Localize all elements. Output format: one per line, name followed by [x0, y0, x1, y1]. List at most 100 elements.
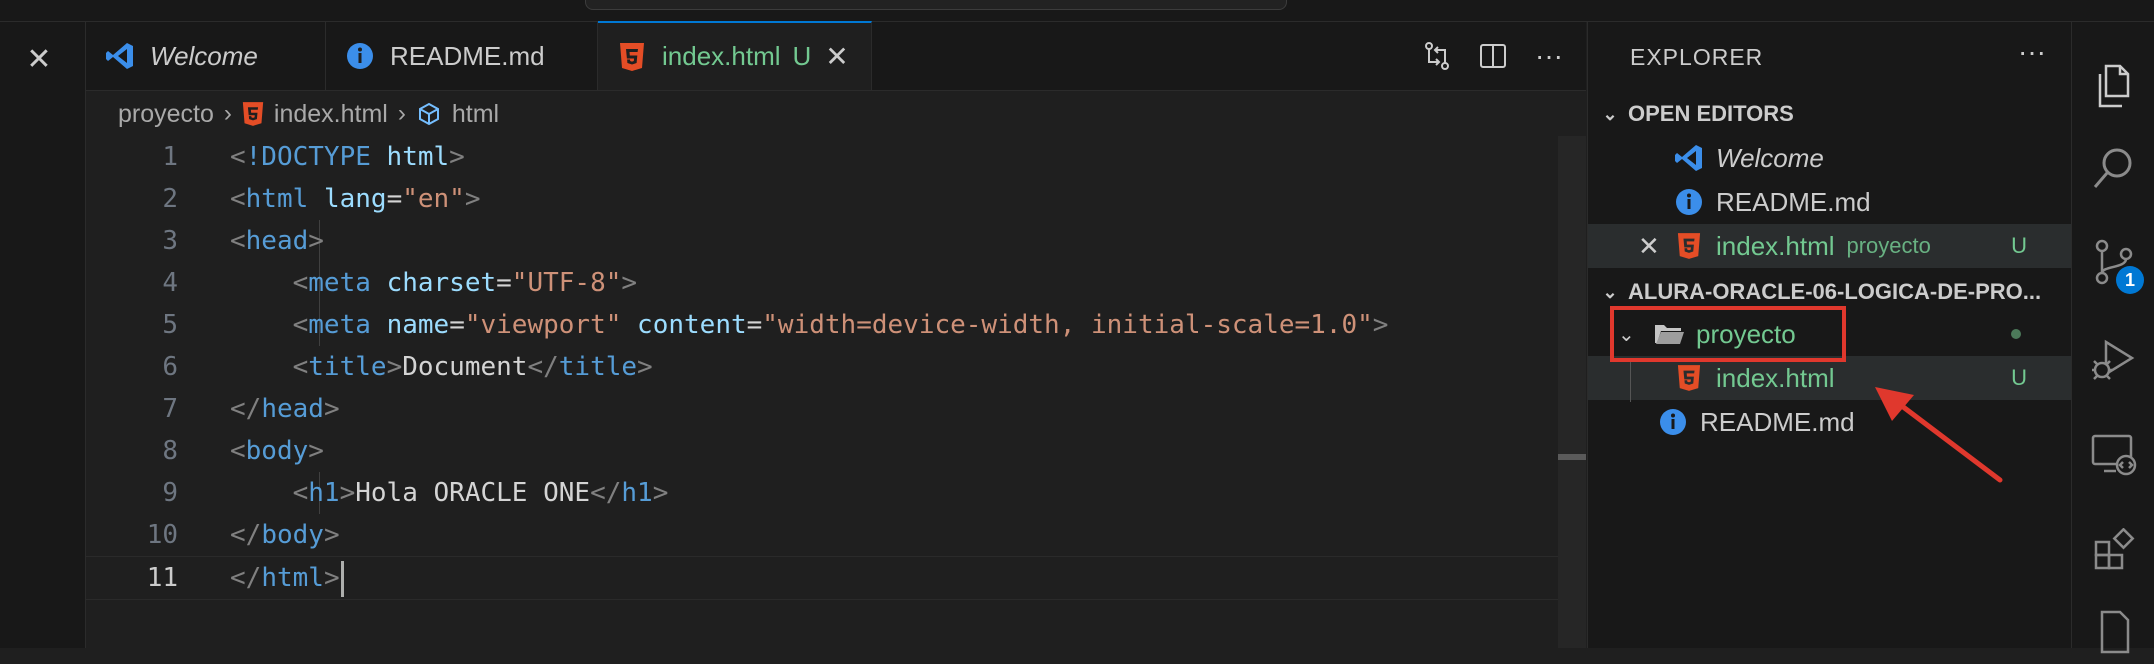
attribute-value: "width=device-width, initial-scale=1.0": [762, 310, 1373, 340]
tag-name: title: [558, 352, 638, 382]
untracked-badge: U: [792, 41, 812, 71]
open-changes-icon[interactable]: [1409, 40, 1465, 72]
code-line: 1 <!DOCTYPE html>: [86, 136, 1586, 178]
text-content: Document: [402, 352, 528, 382]
editor-actions: ···: [1409, 22, 1577, 90]
current-code-line: 11 </html>: [86, 556, 1586, 600]
info-icon: [1656, 405, 1690, 439]
close-tab-icon[interactable]: ✕: [825, 40, 848, 73]
run-debug-icon[interactable]: [2072, 328, 2154, 392]
info-icon: [1672, 185, 1706, 219]
html5-icon: [242, 101, 264, 127]
extensions-icon[interactable]: [2072, 518, 2154, 582]
open-editor-item-welcome[interactable]: Welcome: [1588, 136, 2071, 180]
attribute-value: "viewport": [464, 310, 622, 340]
tab-welcome[interactable]: Welcome: [86, 22, 326, 90]
item-label: index.html: [1716, 362, 1835, 393]
annotation-highlight-box: [1610, 306, 1846, 362]
item-label: Welcome: [1716, 142, 1824, 173]
tag-name: meta: [308, 268, 371, 298]
code-line: 7 </head>: [86, 388, 1586, 430]
attribute-value: "en": [402, 184, 465, 214]
close-panel-icon[interactable]: ✕: [22, 42, 56, 76]
section-label: ALURA-ORACLE-06-LOGICA-DE-PRO...: [1628, 279, 2042, 304]
tree-indent-guide: [1630, 362, 1631, 402]
code-line: 4 <meta charset="UTF-8">: [86, 262, 1586, 304]
line-number: 4: [162, 268, 178, 298]
untracked-badge: U: [2011, 365, 2027, 390]
scrollbar-thumb[interactable]: [1558, 454, 1586, 460]
tag-name: meta: [308, 310, 371, 340]
source-control-badge: 1: [2116, 266, 2144, 294]
tag-name: head: [261, 394, 324, 424]
section-label: OPEN EDITORS: [1628, 101, 1794, 126]
search-icon[interactable]: [2072, 136, 2154, 200]
breadcrumb-folder[interactable]: proyecto: [118, 100, 214, 129]
breadcrumb: proyecto › index.html › html: [118, 94, 499, 134]
vscode-logo-icon: [1672, 141, 1706, 175]
explorer-icon[interactable]: [2072, 54, 2154, 118]
html5-icon: [1672, 361, 1706, 395]
code-line: 9 <h1>Hola ORACLE ONE</h1>: [86, 472, 1586, 514]
line-number: 11: [146, 563, 178, 593]
symbol-element-icon: [416, 101, 442, 127]
item-label: index.html: [1716, 230, 1835, 261]
breadcrumb-symbol[interactable]: html: [452, 100, 499, 129]
command-center[interactable]: [585, 0, 1287, 10]
line-number: 8: [162, 436, 178, 466]
line-number: 3: [162, 226, 178, 256]
activity-bar: 1: [2071, 22, 2154, 654]
line-number: 7: [162, 394, 178, 424]
vscode-logo-icon: [104, 40, 136, 72]
chevron-down-icon: ⌄: [1602, 281, 1618, 302]
source-control-icon[interactable]: 1: [2072, 230, 2154, 294]
more-actions-icon[interactable]: ···: [1521, 40, 1577, 72]
line-number: 10: [146, 520, 178, 550]
line-number: 2: [162, 184, 178, 214]
open-editor-item-readme[interactable]: README.md: [1588, 180, 2071, 224]
tab-readme[interactable]: README.md: [326, 22, 598, 90]
open-editors-header[interactable]: ⌄ OPEN EDITORS: [1588, 94, 2071, 134]
item-label: README.md: [1700, 406, 1855, 437]
annotation-arrow: [1875, 387, 2003, 483]
attribute-value: "UTF-8": [511, 268, 622, 298]
close-editor-icon[interactable]: ✕: [1638, 231, 1672, 262]
line-number: 1: [162, 142, 178, 172]
line-number: 6: [162, 352, 178, 382]
attribute-name: content: [637, 310, 747, 340]
code-editor[interactable]: 1 <!DOCTYPE html> 2 <html lang="en"> 3 <hea…: [86, 136, 1586, 600]
editor-tab-bar: Welcome README.md index.html U ✕: [86, 21, 1586, 91]
left-gutter: [0, 22, 86, 648]
more-actions-icon[interactable]: ···: [2018, 36, 2046, 68]
text-cursor: [340, 560, 344, 597]
attribute-name: charset: [386, 268, 497, 298]
tag-name: html: [245, 184, 309, 214]
chevron-right-icon: ›: [397, 100, 406, 127]
modified-dot: [2011, 329, 2021, 339]
tag-name: html: [261, 563, 324, 593]
open-editor-item-index[interactable]: ✕ index.html proyecto U: [1588, 224, 2071, 268]
split-editor-icon[interactable]: [1465, 41, 1521, 71]
info-icon: [344, 40, 376, 72]
vertical-scrollbar[interactable]: [1558, 136, 1586, 648]
remote-explorer-icon[interactable]: [2072, 422, 2154, 486]
text-content: Hola ORACLE ONE: [355, 478, 591, 508]
tab-label: index.html: [662, 41, 781, 71]
html5-icon: [1672, 229, 1706, 263]
doctype-keyword: !DOCTYPE: [245, 142, 371, 172]
tag-name: h1: [308, 478, 340, 508]
breadcrumb-file[interactable]: index.html: [274, 100, 388, 129]
code-line: 8 <body>: [86, 430, 1586, 472]
tag-name: title: [308, 352, 387, 382]
line-number: 5: [162, 310, 178, 340]
document-icon[interactable]: [2072, 600, 2154, 664]
tag-name: head: [245, 226, 309, 256]
untracked-badge: U: [2011, 233, 2027, 258]
tab-index-html[interactable]: index.html U ✕: [598, 21, 872, 90]
attribute-name: lang: [323, 184, 387, 214]
item-description: proyecto: [1846, 233, 1931, 258]
tag-name: body: [245, 436, 309, 466]
tab-label: README.md: [390, 40, 545, 71]
doctype-value: html: [386, 142, 450, 172]
tag-name: h1: [621, 478, 653, 508]
